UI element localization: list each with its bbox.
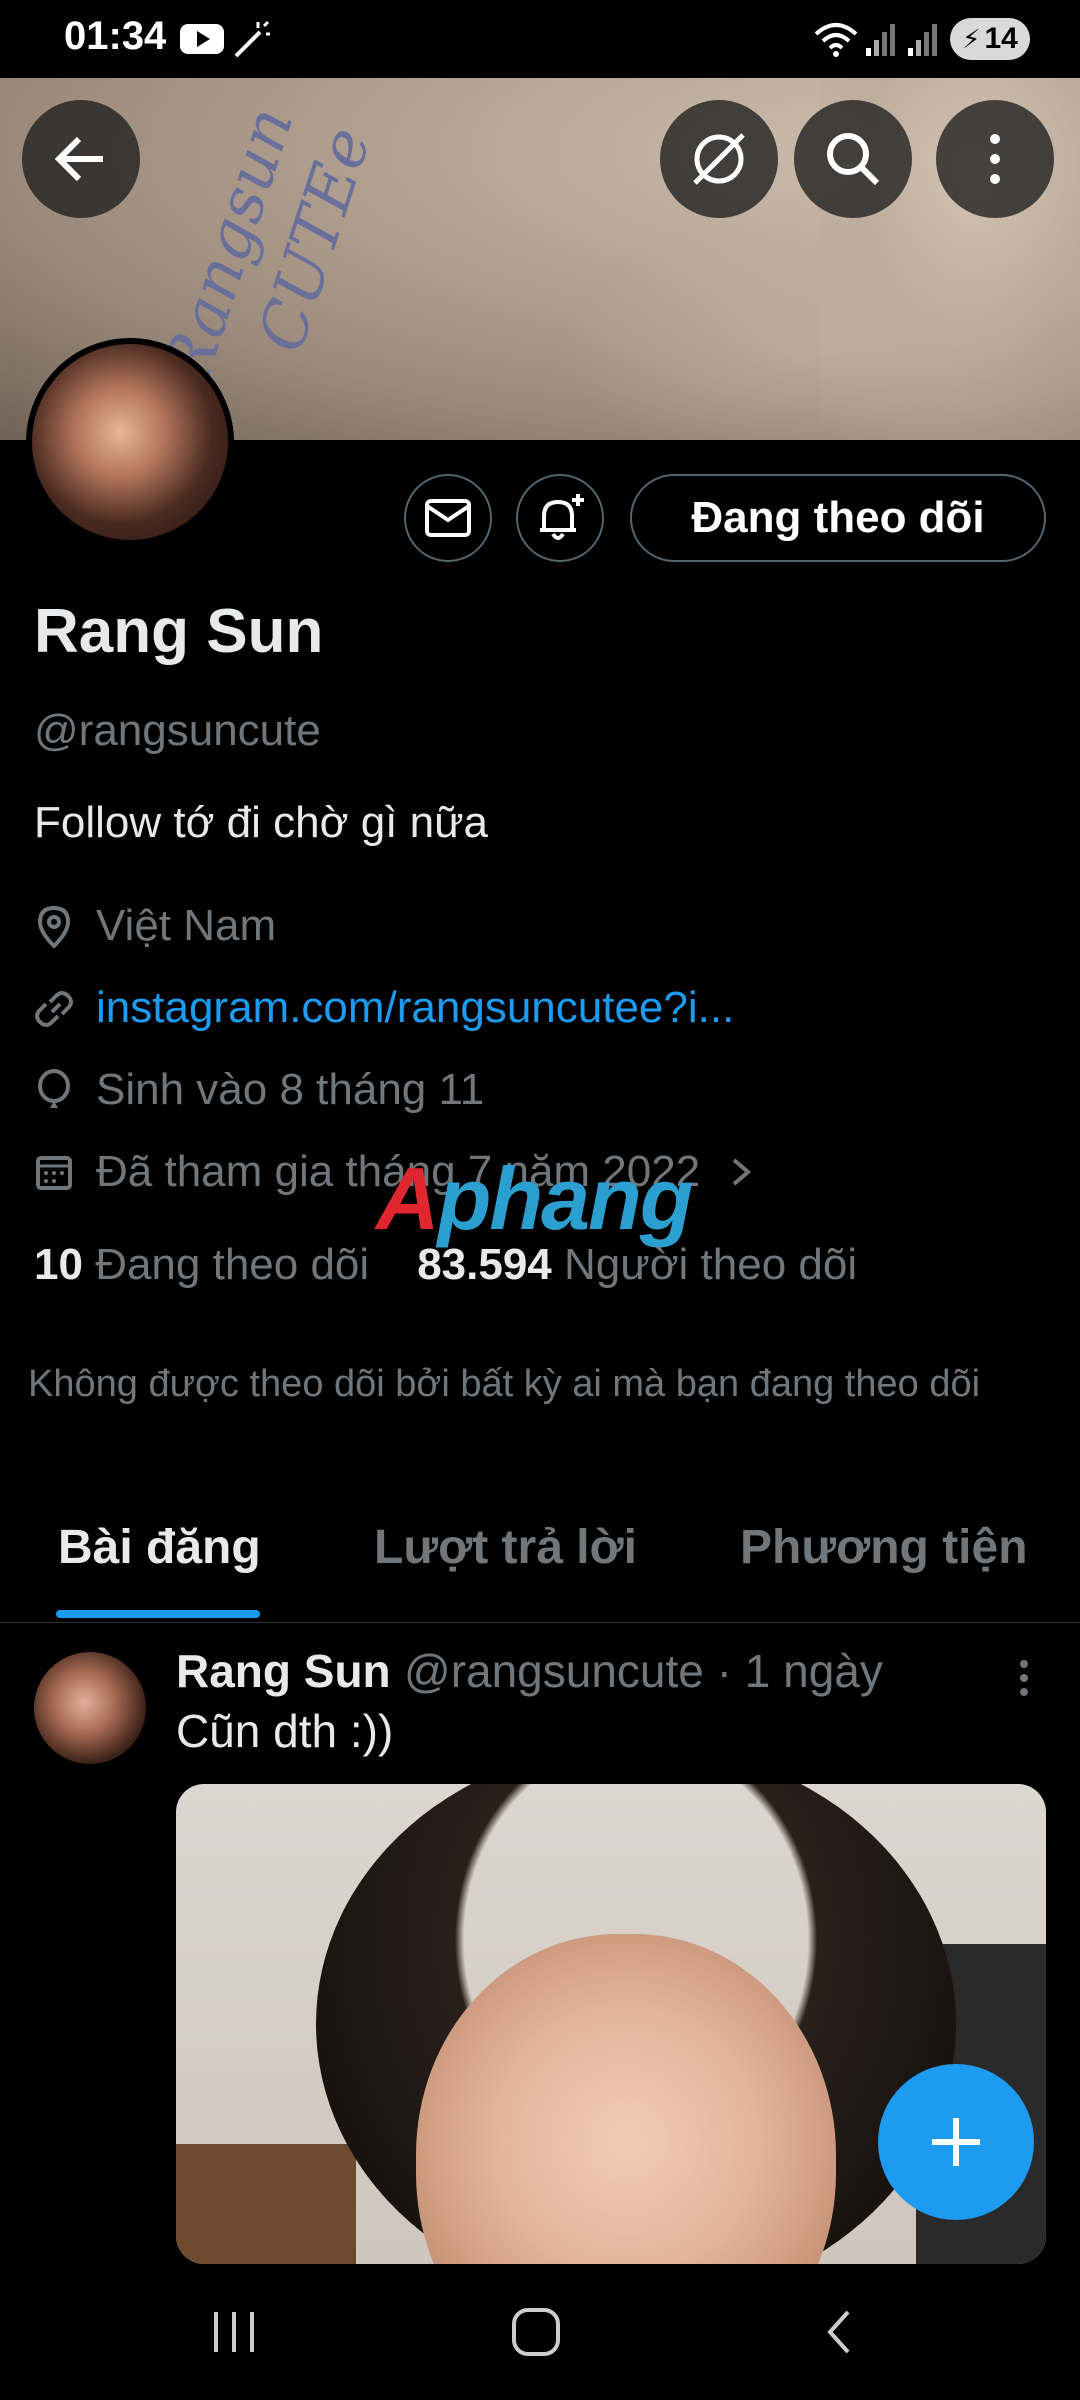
- user-handle: @rangsuncute: [34, 706, 321, 755]
- birthday-text: Sinh vào 8 tháng 11: [96, 1065, 485, 1114]
- status-time: 01:34: [64, 14, 167, 58]
- search-icon: [827, 133, 880, 186]
- profile-bio: Follow tớ đi chờ gì nữa: [34, 798, 489, 847]
- magic-wand-icon: [234, 20, 270, 58]
- bell-plus-icon: [540, 494, 584, 540]
- battery-charging-icon: ⚡ 14: [950, 18, 1030, 60]
- not-followed-note: Không được theo dõi bởi bất kỳ ai mà bạn…: [28, 1363, 981, 1405]
- chevron-right-icon: [732, 1158, 752, 1186]
- recent-apps-icon[interactable]: [206, 2304, 262, 2360]
- post-more-icon[interactable]: [1012, 1658, 1036, 1698]
- followers-count-link[interactable]: 83.594 Người theo dõi: [417, 1240, 857, 1290]
- follow-counts: 10 Đang theo dõi 83.594 Người theo dõi: [34, 1240, 857, 1290]
- back-arrow-icon: [54, 136, 103, 182]
- following-count-link[interactable]: 10 Đang theo dõi: [34, 1240, 369, 1290]
- location-pin-icon: [37, 905, 71, 948]
- message-button[interactable]: [404, 474, 492, 562]
- back-button[interactable]: [22, 100, 140, 218]
- post-meta: @rangsuncute · 1 ngày: [404, 1645, 883, 1697]
- tab-media[interactable]: Phương tiện: [740, 1520, 1028, 1575]
- more-options-button[interactable]: [936, 100, 1054, 218]
- active-tab-indicator: [56, 1610, 260, 1618]
- following-button[interactable]: Đang theo dõi: [630, 474, 1046, 562]
- balloon-icon: [38, 1069, 70, 1108]
- system-nav-bar: [0, 2264, 1080, 2400]
- search-button[interactable]: [794, 100, 912, 218]
- profile-tabs: Bài đăng Lượt trả lời Phương tiện: [0, 1490, 1080, 1623]
- calendar-icon: [36, 1156, 72, 1190]
- notification-button[interactable]: [516, 474, 604, 562]
- youtube-icon: [180, 24, 224, 54]
- tab-posts[interactable]: Bài đăng: [58, 1520, 261, 1575]
- profile-avatar[interactable]: [26, 338, 234, 546]
- signal-icon: [908, 24, 937, 56]
- website-link[interactable]: instagram.com/rangsuncutee?i...: [96, 983, 734, 1033]
- tab-replies[interactable]: Lượt trả lời: [374, 1520, 637, 1575]
- slashed-circle-icon: [693, 133, 745, 185]
- post-text: Cũn dth :)): [176, 1705, 394, 1757]
- post-author-avatar[interactable]: [34, 1652, 146, 1764]
- birthday-row: Sinh vào 8 tháng 11: [34, 1060, 484, 1120]
- home-icon[interactable]: [508, 2304, 564, 2360]
- watermark-logo: Aphang: [376, 1149, 694, 1248]
- location-row: Việt Nam: [34, 896, 276, 956]
- post-author-name[interactable]: Rang Sun: [176, 1644, 391, 1698]
- mail-icon: [425, 499, 471, 537]
- display-name: Rang Sun: [34, 597, 324, 666]
- followers-label: Người theo dõi: [564, 1240, 858, 1289]
- followers-count: 83.594: [417, 1240, 552, 1289]
- signal-icon: [866, 24, 895, 56]
- location-text: Việt Nam: [96, 901, 277, 950]
- status-bar: 01:34 ⚡ 14: [0, 0, 1080, 78]
- link-icon: [35, 991, 73, 1027]
- following-count: 10: [34, 1240, 83, 1289]
- plus-icon: [932, 2118, 980, 2166]
- website-row[interactable]: instagram.com/rangsuncutee?i...: [34, 978, 734, 1038]
- more-vertical-icon: [990, 134, 1000, 184]
- avatar-image: [32, 344, 228, 540]
- following-label: Đang theo dõi: [95, 1240, 370, 1289]
- wifi-icon: [814, 23, 858, 57]
- back-nav-icon[interactable]: [812, 2304, 868, 2360]
- compose-button[interactable]: [878, 2064, 1034, 2220]
- mute-button[interactable]: [660, 100, 778, 218]
